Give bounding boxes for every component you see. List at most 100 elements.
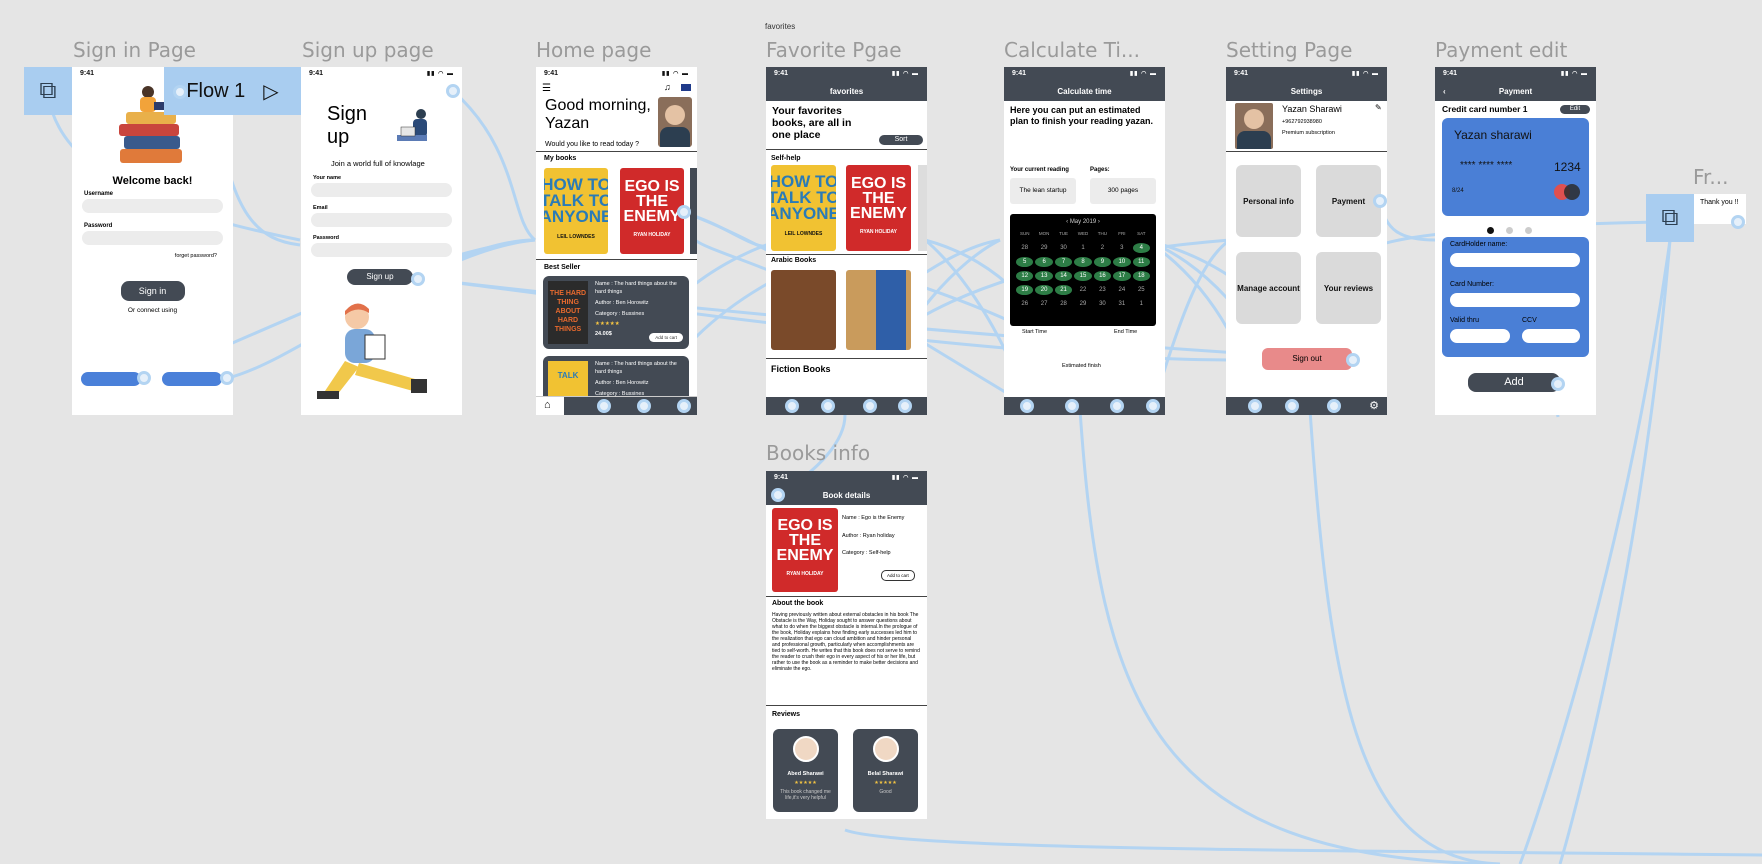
back-chevron-icon[interactable]: ‹ [1443, 87, 1446, 96]
edit-button[interactable]: Edit [1560, 105, 1590, 114]
frame-title-payment[interactable]: Payment edit [1435, 38, 1567, 62]
calendar-day[interactable]: 18 [1132, 271, 1150, 281]
connection-handle[interactable] [1373, 194, 1387, 208]
book-cover-ego[interactable]: EGO IS THE ENEMY RYAN HOLIDAY [846, 165, 911, 251]
calendar-day[interactable]: 30 [1055, 243, 1072, 253]
name-input[interactable] [311, 183, 452, 197]
calendar-day[interactable]: 19 [1016, 285, 1034, 295]
connection-handle[interactable] [637, 399, 651, 413]
calendar-day[interactable]: 20 [1035, 285, 1053, 295]
connection-handle[interactable] [137, 371, 151, 385]
calendar-day[interactable]: 12 [1016, 271, 1034, 281]
calendar-day[interactable]: 8 [1074, 257, 1092, 267]
calendar-day[interactable]: 3 [1113, 243, 1130, 253]
pages-field[interactable]: 300 pages [1090, 178, 1156, 204]
calendar-day[interactable]: 25 [1133, 285, 1150, 295]
calendar-day[interactable]: 29 [1035, 243, 1052, 253]
calendar-day[interactable]: 30 [1094, 299, 1111, 309]
tile-payment[interactable]: Payment [1316, 165, 1381, 237]
calendar-day[interactable]: 11 [1132, 257, 1150, 267]
book-cover-partial[interactable] [690, 168, 697, 254]
calendar-day[interactable]: 1 [1133, 299, 1150, 309]
frame-title-favorite[interactable]: Favorite Pgae [766, 38, 902, 62]
calendar-day[interactable]: 21 [1054, 285, 1073, 295]
tile-personal-info[interactable]: Personal info [1236, 165, 1301, 237]
bestseller-card-1[interactable]: THE HARD THING ABOUT HARD THINGS Name : … [543, 276, 689, 349]
sort-button[interactable]: Sort [879, 135, 923, 145]
calendar-day[interactable]: 4 [1132, 243, 1150, 253]
calendar-day[interactable]: 26 [1016, 299, 1033, 309]
frame-title-signin[interactable]: Sign in Page [73, 38, 196, 62]
calendar-day[interactable]: 28 [1055, 299, 1072, 309]
frame-title-home[interactable]: Home page [536, 38, 651, 62]
device-frame-icon-right[interactable]: ⧉ [1646, 194, 1694, 242]
frame-title-books-info[interactable]: Books info [766, 441, 870, 465]
credit-card[interactable]: Yazan sharawi **** **** **** 1234 8/24 [1442, 118, 1589, 216]
calendar-day[interactable]: 31 [1113, 299, 1130, 309]
connection-handle[interactable] [1110, 399, 1124, 413]
home-icon[interactable]: ⌂ [544, 399, 551, 411]
connection-handle[interactable] [1731, 215, 1745, 229]
valid-input[interactable] [1450, 329, 1510, 343]
connection-handle[interactable] [446, 84, 460, 98]
book-cover-how-to-talk[interactable]: HOW TO TALK TO ANYONE LEIL LOWNDES [544, 168, 608, 254]
calendar-day[interactable]: 16 [1093, 271, 1112, 281]
connection-handle[interactable] [898, 399, 912, 413]
calendar-days[interactable]: 28 29 30 1 2 3 4 5 6 7 8 9 10 11 12 13 14 15 16 17 18 19 20 21 2… [1010, 243, 1156, 313]
email-input[interactable] [311, 213, 452, 227]
connection-handle[interactable] [173, 85, 187, 99]
tile-your-reviews[interactable]: Your reviews [1316, 252, 1381, 324]
connection-handle[interactable] [1146, 399, 1160, 413]
connection-handle[interactable] [411, 272, 425, 286]
connection-handle[interactable] [1327, 399, 1341, 413]
arabic-book-cover-1[interactable] [771, 270, 836, 350]
connection-handle[interactable] [863, 399, 877, 413]
review-card-1[interactable]: Abed Sharawi ★★★★★ This book changed me … [773, 729, 838, 812]
flag-icon[interactable] [681, 84, 691, 91]
connection-handle[interactable] [1065, 399, 1079, 413]
calendar-day[interactable]: 17 [1113, 271, 1131, 281]
frame-title-calculate[interactable]: Calculate Ti... [1004, 38, 1140, 62]
connection-handle[interactable] [1248, 399, 1262, 413]
card-number-input[interactable] [1450, 293, 1580, 307]
connection-handle[interactable] [785, 399, 799, 413]
tile-manage-account[interactable]: Manage account [1236, 252, 1301, 324]
password-input[interactable] [311, 243, 452, 257]
edit-pencil-icon[interactable]: ✎ [1375, 103, 1382, 112]
calendar-day[interactable]: 24 [1113, 285, 1130, 295]
connection-handle[interactable] [1346, 353, 1360, 367]
username-input[interactable] [82, 199, 223, 213]
calendar-day[interactable]: 2 [1094, 243, 1111, 253]
connection-handle[interactable] [677, 399, 691, 413]
calendar-day[interactable]: 29 [1074, 299, 1091, 309]
signout-button[interactable]: Sign out [1262, 348, 1352, 370]
calendar-day[interactable]: 28 [1016, 243, 1033, 253]
calendar-day[interactable]: 5 [1016, 257, 1034, 267]
connection-handle[interactable] [1285, 399, 1299, 413]
facebook-login-button[interactable] [162, 372, 222, 386]
book-cover-ego[interactable]: EGO IS THE ENEMY RYAN HOLIDAY [620, 168, 684, 254]
connection-handle[interactable] [1551, 377, 1565, 391]
calendar-day[interactable]: 27 [1035, 299, 1052, 309]
calendar-day[interactable]: 23 [1094, 285, 1111, 295]
profile-avatar[interactable] [1235, 103, 1273, 149]
calendar-day[interactable]: 7 [1054, 257, 1073, 267]
book-cover-how-to-talk[interactable]: HOW TO TALK TO ANYONE LEIL LOWNDES [771, 165, 836, 251]
frame-title-signup[interactable]: Sign up page [302, 38, 434, 62]
calendar-widget[interactable]: ‹ May 2019 › SUN MON TUE WED THU FRI SAT 28 29 3… [1010, 214, 1156, 326]
password-input[interactable] [82, 231, 223, 245]
profile-avatar[interactable] [658, 97, 692, 147]
google-login-button[interactable] [81, 372, 141, 386]
connection-handle[interactable] [220, 371, 234, 385]
menu-icon[interactable]: ☰ [542, 83, 551, 94]
calendar-day[interactable]: 1 [1074, 243, 1091, 253]
device-frame-icon-left[interactable]: ⧉ [24, 67, 72, 115]
calendar-day[interactable]: 10 [1113, 257, 1131, 267]
connection-handle[interactable] [821, 399, 835, 413]
calendar-day[interactable]: 22 [1074, 285, 1091, 295]
gear-icon[interactable]: ⚙ [1369, 399, 1379, 412]
add-to-cart-button[interactable]: Add to cart [649, 333, 683, 342]
frame-title-fr[interactable]: Fr... [1693, 165, 1729, 189]
connection-handle[interactable] [1020, 399, 1034, 413]
bell-icon[interactable]: ♫ [664, 82, 671, 92]
